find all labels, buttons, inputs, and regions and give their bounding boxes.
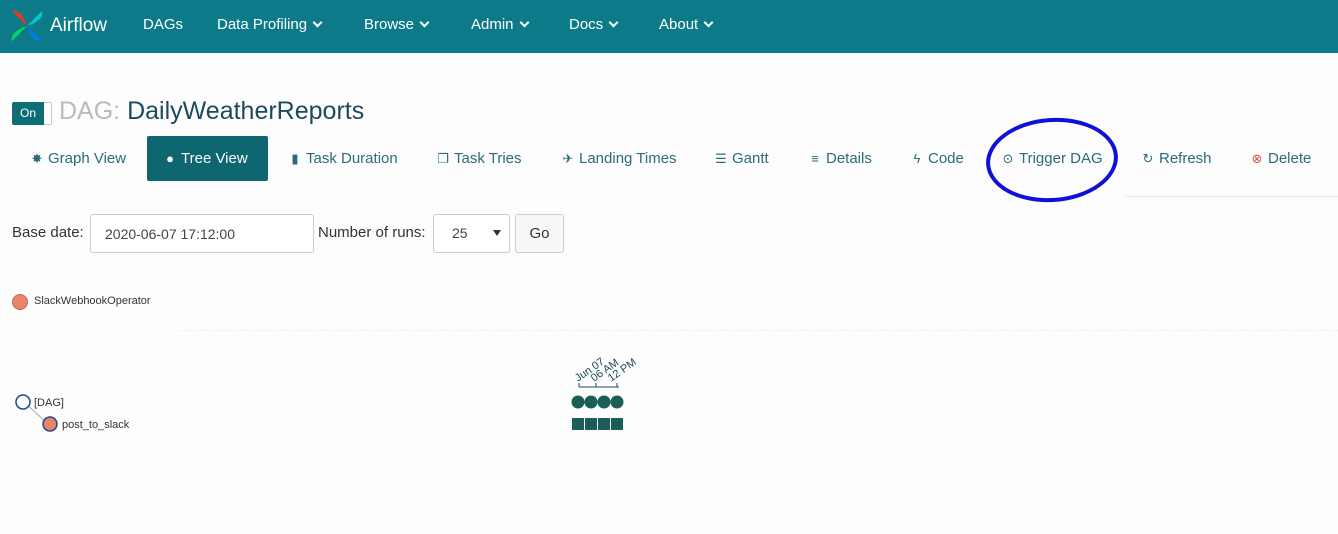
tab-label: Details [826, 150, 872, 167]
nav-data-profiling[interactable]: Data Profiling [217, 0, 323, 53]
nav-admin[interactable]: Admin [471, 0, 529, 53]
toggle-handle [44, 102, 53, 125]
tab-label: Task Tries [454, 150, 522, 167]
tab-label: Tree View [181, 150, 248, 167]
tab-label: Task Duration [306, 150, 398, 167]
nav-docs[interactable]: Docs [569, 0, 619, 53]
chevron-down-icon [493, 230, 501, 236]
tab-label: Gantt [732, 150, 769, 167]
nav-label: Browse [364, 16, 415, 33]
tree-icon: ● [166, 151, 174, 166]
dag-name: DailyWeatherReports [127, 97, 365, 125]
tab-tree-view[interactable]: ● Tree View [147, 136, 268, 181]
tree-view-chart: [DAG] post_to_slack Jun 07 06 AM 12 PM [15, 356, 639, 432]
nav-browse[interactable]: Browse [364, 0, 430, 53]
flash-icon: ϟ [913, 151, 921, 166]
nav-label: Docs [569, 16, 604, 33]
go-button[interactable]: Go [515, 214, 564, 253]
legend-divider [180, 330, 1338, 331]
tab-landing-times[interactable]: ✈ Landing Times [561, 136, 677, 181]
task-instance-square[interactable] [572, 418, 584, 430]
chevron-down-icon [703, 17, 714, 28]
brand[interactable]: Airflow [8, 6, 107, 46]
tab-graph-view[interactable]: ✸ Graph View [30, 136, 127, 181]
bar-chart-icon: ▮ [291, 151, 299, 166]
tab-code[interactable]: ϟ Code [910, 136, 964, 181]
task-node-post-to-slack[interactable] [42, 416, 58, 432]
dag-root-node[interactable] [15, 394, 31, 410]
operator-color-swatch [12, 294, 28, 310]
tab-label: Landing Times [579, 150, 677, 167]
operator-legend-label: SlackWebhookOperator [34, 295, 151, 307]
dag-title-prefix: DAG: [59, 97, 121, 125]
nav-about[interactable]: About [659, 0, 714, 53]
base-date-input[interactable] [90, 214, 314, 253]
tab-refresh[interactable]: ↻ Refresh [1141, 136, 1212, 181]
task-instance-square[interactable] [585, 418, 597, 430]
select-value: 25 [452, 225, 468, 241]
asterisk-icon: ✸ [31, 151, 43, 166]
dag-run-circle[interactable] [597, 395, 611, 409]
dag-on-toggle[interactable]: On [12, 102, 53, 125]
chevron-down-icon [419, 17, 430, 28]
airflow-logo-icon [11, 10, 43, 42]
plane-icon: ✈ [562, 151, 574, 166]
dag-run-circle[interactable] [571, 395, 585, 409]
nav-dags[interactable]: DAGs [143, 0, 183, 53]
nav-label: Admin [471, 16, 514, 33]
nav-label: Data Profiling [217, 16, 308, 33]
chevron-down-icon [312, 17, 323, 28]
page-title: DAG: DailyWeatherReports [59, 96, 364, 126]
dag-runs [571, 395, 624, 430]
tab-label: Graph View [48, 150, 127, 167]
play-circle-icon: ⊙ [1002, 151, 1014, 166]
tab-label: Refresh [1159, 150, 1212, 167]
list-icon: ≡ [811, 151, 819, 166]
tab-label: Trigger DAG [1019, 150, 1103, 167]
tab-details[interactable]: ≡ Details [808, 136, 872, 181]
tab-task-tries[interactable]: ❐ Task Tries [436, 136, 522, 181]
tabs-divider [1125, 196, 1338, 197]
toggle-label: On [12, 102, 45, 125]
nav-label: About [659, 16, 699, 33]
tab-gantt[interactable]: ☰ Gantt [714, 136, 769, 181]
number-of-runs-label: Number of runs: [318, 224, 426, 241]
chevron-down-icon [608, 17, 619, 28]
align-left-icon: ☰ [715, 151, 727, 166]
tab-delete[interactable]: ⊗ Delete [1250, 136, 1312, 181]
dag-run-circle[interactable] [584, 395, 598, 409]
refresh-icon: ↻ [1142, 151, 1154, 166]
nav-label: DAGs [143, 16, 184, 33]
chevron-down-icon [519, 17, 529, 28]
number-of-runs-select[interactable]: 25 [433, 214, 510, 253]
task-instance-square[interactable] [611, 418, 623, 430]
duplicate-icon: ❐ [437, 151, 449, 166]
tab-label: Delete [1268, 150, 1312, 167]
tab-label: Code [928, 150, 964, 167]
dag-run-circle[interactable] [610, 395, 624, 409]
tab-trigger-dag[interactable]: ⊙ Trigger DAG [1001, 136, 1103, 181]
remove-circle-icon: ⊗ [1251, 151, 1263, 166]
base-date-label: Base date: [12, 224, 84, 241]
task-instance-square[interactable] [598, 418, 610, 430]
top-navbar: Airflow DAGs Data Profiling Browse Admin… [0, 0, 1338, 53]
brand-name: Airflow [50, 15, 108, 36]
dag-root-label: [DAG] [34, 397, 64, 409]
tab-task-duration[interactable]: ▮ Task Duration [288, 136, 398, 181]
task-label: post_to_slack [62, 419, 130, 431]
